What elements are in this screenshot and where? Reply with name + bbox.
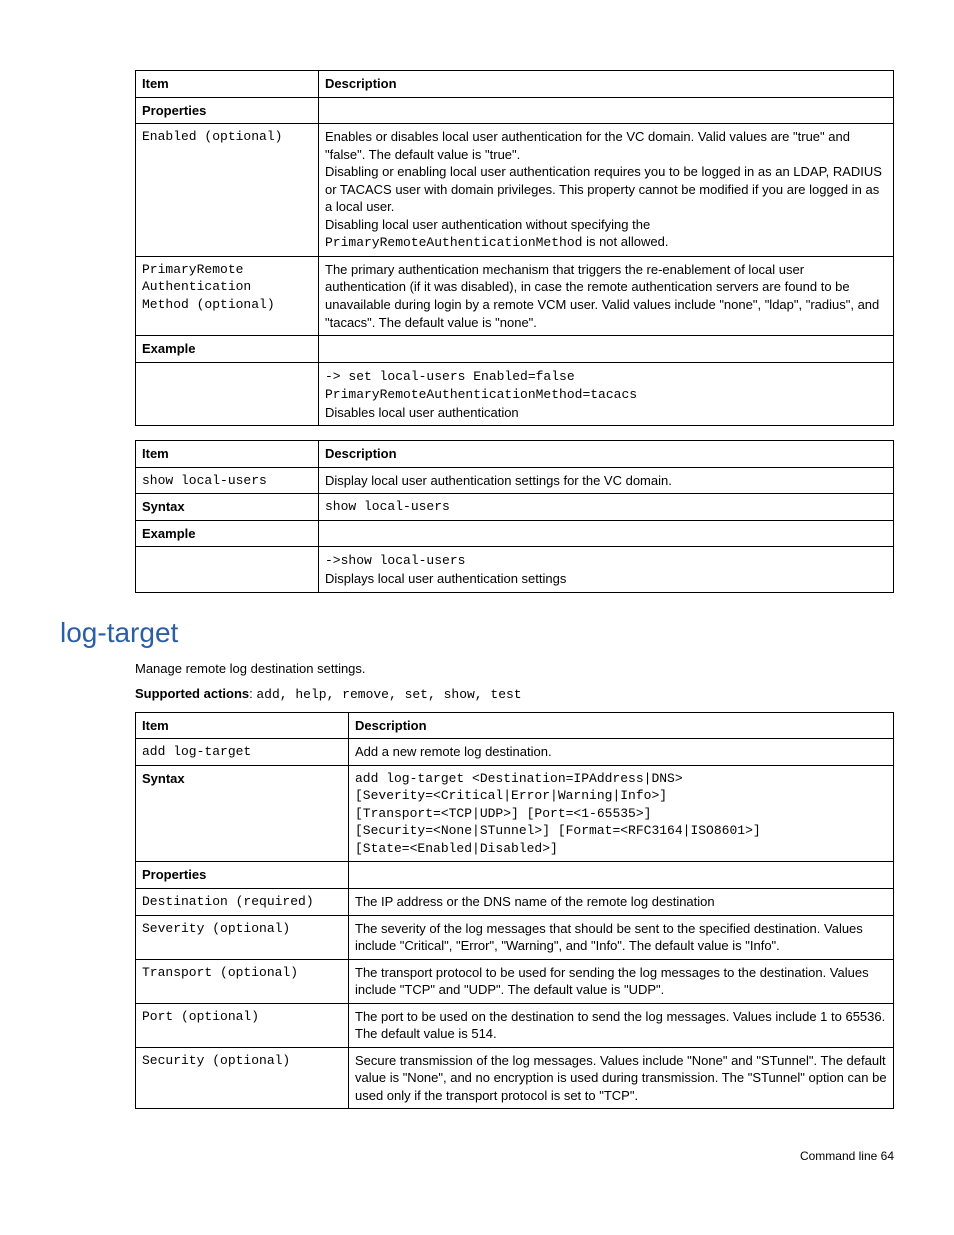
supported-actions-line: Supported actions: add, help, remove, se… xyxy=(135,686,894,702)
table-row: Severity (optional) The severity of the … xyxy=(136,915,894,959)
sec-item: Security (optional) xyxy=(136,1047,349,1109)
syntax-l1: add log-target <Destination=IPAddress|DN… xyxy=(355,771,683,786)
syntax-l3: [Transport=<TCP|UDP>] [Port=<1-65535>] xyxy=(355,806,651,821)
table-row: Syntax add log-target <Destination=IPAdd… xyxy=(136,765,894,862)
dest-item: Destination (required) xyxy=(136,888,349,915)
port-desc: The port to be used on the destination t… xyxy=(349,1003,894,1047)
enabled-desc-part2: Disabling or enabling local user authent… xyxy=(325,164,882,214)
table-row: show local-users Display local user auth… xyxy=(136,467,894,494)
empty-cell xyxy=(319,97,894,124)
table-row: Syntax show local-users xyxy=(136,494,894,521)
sev-item: Severity (optional) xyxy=(136,915,349,959)
table-row: add log-target Add a new remote log dest… xyxy=(136,739,894,766)
section-heading: log-target xyxy=(60,617,894,649)
ex-line2: PrimaryRemoteAuthenticationMethod=tacacs xyxy=(325,387,637,402)
table-row: Example xyxy=(136,336,894,363)
example-desc: -> set local-users Enabled=false Primary… xyxy=(319,362,894,426)
empty-cell xyxy=(319,336,894,363)
table-row: Example xyxy=(136,520,894,547)
empty-cell xyxy=(319,520,894,547)
example-desc: ->show local-users Displays local user a… xyxy=(319,547,894,592)
add-item: add log-target xyxy=(136,739,349,766)
page-footer: Command line 64 xyxy=(60,1149,894,1163)
enabled-desc-part3b: PrimaryRemoteAuthenticationMethod xyxy=(325,235,582,250)
table-local-users-show: Item Description show local-users Displa… xyxy=(135,440,894,592)
properties-label: Properties xyxy=(136,862,349,889)
supported-vals: add, help, remove, set, show, test xyxy=(256,687,521,702)
trans-desc: The transport protocol to be used for se… xyxy=(349,959,894,1003)
table-log-target: Item Description add log-target Add a ne… xyxy=(135,712,894,1110)
syntax-val: show local-users xyxy=(319,494,894,521)
section-intro: Manage remote log destination settings. xyxy=(135,661,894,676)
empty-cell xyxy=(136,362,319,426)
add-desc: Add a new remote log destination. xyxy=(349,739,894,766)
empty-cell xyxy=(136,547,319,592)
empty-cell xyxy=(349,862,894,889)
pram-desc: The primary authentication mechanism tha… xyxy=(319,256,894,335)
col-item-header: Item xyxy=(136,71,319,98)
table-row: Port (optional) The port to be used on t… xyxy=(136,1003,894,1047)
syntax-l4: [Security=<None|STunnel>] [Format=<RFC31… xyxy=(355,823,761,838)
table-row: Transport (optional) The transport proto… xyxy=(136,959,894,1003)
col-item-header: Item xyxy=(136,712,349,739)
ex-line2: Displays local user authentication setti… xyxy=(325,571,566,586)
table-row: ->show local-users Displays local user a… xyxy=(136,547,894,592)
ex-line1: -> set local-users Enabled=false xyxy=(325,369,575,384)
col-desc-header: Description xyxy=(319,71,894,98)
table-header-row: Item Description xyxy=(136,712,894,739)
enabled-desc-part3c: is not allowed. xyxy=(582,234,668,249)
show-desc: Display local user authentication settin… xyxy=(319,467,894,494)
pram-item: PrimaryRemote Authentication Method (opt… xyxy=(136,256,319,335)
syntax-l2: [Severity=<Critical|Error|Warning|Info>] xyxy=(355,788,667,803)
enabled-desc-part3a: Disabling local user authentication with… xyxy=(325,217,650,232)
table-header-row: Item Description xyxy=(136,441,894,468)
syntax-label: Syntax xyxy=(136,765,349,862)
show-item: show local-users xyxy=(136,467,319,494)
ex-line1: ->show local-users xyxy=(325,553,465,568)
table-header-row: Item Description xyxy=(136,71,894,98)
table-row: PrimaryRemote Authentication Method (opt… xyxy=(136,256,894,335)
table-row: Properties xyxy=(136,97,894,124)
syntax-l5: [State=<Enabled|Disabled>] xyxy=(355,841,558,856)
sec-desc: Secure transmission of the log messages.… xyxy=(349,1047,894,1109)
example-label: Example xyxy=(136,336,319,363)
col-desc-header: Description xyxy=(349,712,894,739)
table-row: Properties xyxy=(136,862,894,889)
syntax-val: add log-target <Destination=IPAddress|DN… xyxy=(349,765,894,862)
enabled-desc: Enables or disables local user authentic… xyxy=(319,124,894,257)
trans-item: Transport (optional) xyxy=(136,959,349,1003)
col-item-header: Item xyxy=(136,441,319,468)
dest-desc: The IP address or the DNS name of the re… xyxy=(349,888,894,915)
sev-desc: The severity of the log messages that sh… xyxy=(349,915,894,959)
syntax-label: Syntax xyxy=(136,494,319,521)
ex-line3: Disables local user authentication xyxy=(325,405,519,420)
properties-label: Properties xyxy=(136,97,319,124)
table-row: Destination (required) The IP address or… xyxy=(136,888,894,915)
example-label: Example xyxy=(136,520,319,547)
port-item: Port (optional) xyxy=(136,1003,349,1047)
col-desc-header: Description xyxy=(319,441,894,468)
enabled-desc-part1: Enables or disables local user authentic… xyxy=(325,129,850,162)
table-row: -> set local-users Enabled=false Primary… xyxy=(136,362,894,426)
table-row: Security (optional) Secure transmission … xyxy=(136,1047,894,1109)
supported-label: Supported actions xyxy=(135,686,249,701)
table-local-users-set: Item Description Properties Enabled (opt… xyxy=(135,70,894,426)
enabled-item: Enabled (optional) xyxy=(136,124,319,257)
table-row: Enabled (optional) Enables or disables l… xyxy=(136,124,894,257)
